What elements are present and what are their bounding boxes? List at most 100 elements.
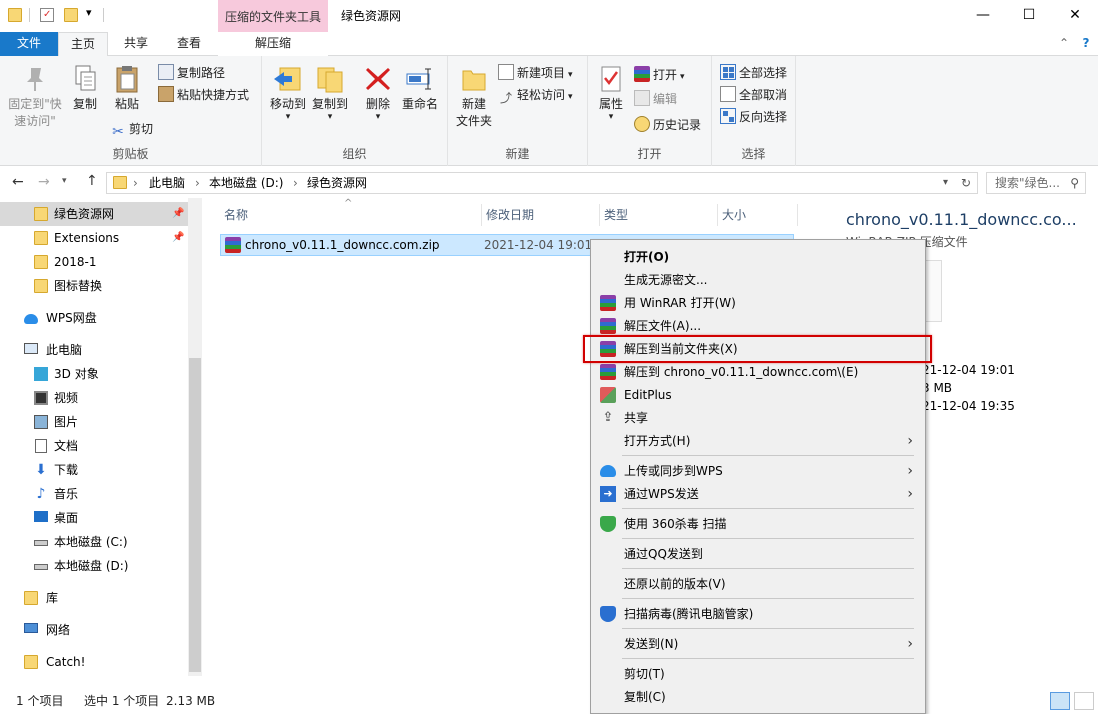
properties-icon bbox=[595, 64, 627, 94]
nav-item-local-disk-c[interactable]: 本地磁盘 (C:) bbox=[0, 530, 188, 554]
nav-item-network[interactable]: 网络 bbox=[0, 618, 188, 642]
nav-item-library[interactable]: 库 bbox=[0, 586, 188, 610]
column-header-size[interactable]: 大小 bbox=[718, 204, 798, 226]
paste-button[interactable]: 粘贴 bbox=[108, 64, 146, 113]
copy-button[interactable]: 复制 bbox=[66, 64, 104, 113]
nav-item-extensions[interactable]: Extensions 📌 bbox=[0, 226, 188, 250]
paste-shortcut-button[interactable]: 粘贴快捷方式 bbox=[158, 84, 249, 106]
cut-button[interactable]: ✂ 剪切 bbox=[110, 118, 153, 140]
help-icon[interactable]: ? bbox=[1078, 32, 1094, 56]
menu-item-open-with[interactable]: 打开方式(H) › bbox=[593, 430, 923, 452]
details-view-icon[interactable] bbox=[1050, 692, 1070, 710]
nav-item-wps-cloud[interactable]: WPS网盘 bbox=[0, 306, 188, 330]
crumb-separator-icon[interactable]: › bbox=[195, 173, 200, 193]
menu-item-send-wps[interactable]: ➜ 通过WPS发送 › bbox=[593, 483, 923, 505]
menu-item-send-to[interactable]: 发送到(N) › bbox=[593, 633, 923, 655]
paste-shortcut-label: 粘贴快捷方式 bbox=[177, 88, 250, 102]
tab-home[interactable]: 主页 bbox=[58, 32, 108, 57]
menu-item-label: 生成无源密文... bbox=[624, 273, 708, 287]
tab-share[interactable]: 共享 bbox=[112, 32, 160, 56]
crumb-local-disk-d[interactable]: 本地磁盘 (D:) bbox=[209, 173, 283, 193]
qat-dropdown-icon[interactable]: ▾ bbox=[86, 6, 92, 19]
easy-access-button[interactable]: ⤴ 轻松访问 ▾ bbox=[498, 84, 573, 106]
menu-item-scan-360[interactable]: 使用 360杀毒 扫描 bbox=[593, 513, 923, 535]
minimize-button[interactable]: — bbox=[960, 0, 1006, 32]
history-button[interactable]: 历史记录 bbox=[634, 114, 701, 136]
tab-extract[interactable]: 解压缩 bbox=[218, 32, 328, 56]
editplus-icon bbox=[600, 387, 616, 403]
nav-item-documents[interactable]: 文档 bbox=[0, 434, 188, 458]
move-to-button[interactable]: 移动到 ▾ bbox=[266, 64, 310, 122]
large-icons-view-icon[interactable] bbox=[1074, 692, 1094, 710]
select-none-button[interactable]: 全部取消 bbox=[720, 84, 787, 106]
menu-item-open[interactable]: 打开(O) bbox=[593, 246, 923, 268]
refresh-icon[interactable]: ↻ bbox=[961, 173, 971, 193]
delete-button[interactable]: 删除 ▾ bbox=[360, 64, 396, 122]
nav-item-2018-1[interactable]: 2018-1 bbox=[0, 250, 188, 274]
download-arrow-icon: ⬇ bbox=[35, 462, 47, 478]
menu-item-label: 通过QQ发送到 bbox=[624, 547, 703, 561]
crumb-separator-icon[interactable]: › bbox=[293, 173, 298, 193]
copy-path-icon bbox=[158, 64, 174, 80]
nav-item-label: 3D 对象 bbox=[54, 367, 99, 381]
nav-item-videos[interactable]: 视频 bbox=[0, 386, 188, 410]
nav-item-pictures[interactable]: 图片 bbox=[0, 410, 188, 434]
nav-item-quick-access-current[interactable]: 绿色资源网 📌 bbox=[0, 202, 188, 226]
properties-button[interactable]: 属性 ▾ bbox=[592, 64, 630, 122]
menu-item-cut[interactable]: 剪切(T) bbox=[593, 663, 923, 685]
pin-quick-access-button[interactable]: 固定到"快 速访问" bbox=[6, 64, 64, 130]
up-icon[interactable]: ↑ bbox=[86, 173, 98, 189]
address-dropdown-icon[interactable]: ▾ bbox=[943, 173, 948, 193]
menu-item-send-qq[interactable]: 通过QQ发送到 bbox=[593, 543, 923, 565]
column-header-type[interactable]: 类型 bbox=[600, 204, 718, 226]
nav-item-downloads[interactable]: ⬇ 下载 bbox=[0, 458, 188, 482]
menu-item-label: 打开方式(H) bbox=[624, 434, 691, 448]
nav-item-music[interactable]: ♪ 音乐 bbox=[0, 482, 188, 506]
properties-qat-icon[interactable]: ✓ bbox=[40, 8, 54, 22]
menu-item-share[interactable]: ⇪ 共享 bbox=[593, 407, 923, 429]
nav-item-desktop[interactable]: 桌面 bbox=[0, 506, 188, 530]
invert-selection-button[interactable]: 反向选择 bbox=[720, 106, 787, 128]
tab-file[interactable]: 文件 bbox=[0, 32, 58, 56]
menu-item-scan-tencent[interactable]: 扫描病毒(腾讯电脑管家) bbox=[593, 603, 923, 625]
menu-item-copy[interactable]: 复制(C) bbox=[593, 686, 923, 708]
back-icon[interactable]: ← bbox=[12, 174, 24, 190]
nav-item-icon-replace[interactable]: 图标替换 bbox=[0, 274, 188, 298]
nav-item-catch[interactable]: Catch! bbox=[0, 650, 188, 674]
crumb-current-folder[interactable]: 绿色资源网 bbox=[307, 173, 367, 193]
forward-icon[interactable]: → bbox=[38, 174, 50, 190]
maximize-button[interactable]: ☐ bbox=[1006, 0, 1052, 32]
menu-item-generate-cipher[interactable]: 生成无源密文... bbox=[593, 269, 923, 291]
address-bar[interactable]: › 此电脑 › 本地磁盘 (D:) › 绿色资源网 ▾ ↻ bbox=[106, 172, 978, 194]
nav-item-local-disk-d[interactable]: 本地磁盘 (D:) bbox=[0, 554, 188, 578]
copy-to-button[interactable]: 复制到 ▾ bbox=[308, 64, 352, 122]
menu-item-restore-versions[interactable]: 还原以前的版本(V) bbox=[593, 573, 923, 595]
menu-item-extract-to-folder[interactable]: 解压到 chrono_v0.11.1_downcc.com\(E) bbox=[593, 361, 923, 383]
column-header-date[interactable]: 修改日期 bbox=[482, 204, 600, 226]
search-input[interactable]: 搜索"绿色... ⚲ bbox=[986, 172, 1086, 194]
nav-scrollbar-thumb[interactable] bbox=[189, 358, 201, 672]
new-folder-qat-icon[interactable] bbox=[64, 8, 78, 22]
recent-locations-icon[interactable]: ▾ bbox=[62, 176, 67, 186]
new-item-button[interactable]: 新建项目 ▾ bbox=[498, 62, 573, 84]
copy-path-button[interactable]: 复制路径 bbox=[158, 62, 225, 84]
select-all-button[interactable]: 全部选择 bbox=[720, 62, 787, 84]
collapse-ribbon-icon[interactable]: ⌃ bbox=[1056, 32, 1072, 56]
menu-item-open-with-winrar[interactable]: 用 WinRAR 打开(W) bbox=[593, 292, 923, 314]
new-folder-button[interactable]: 新建 文件夹 bbox=[452, 64, 496, 130]
rename-button[interactable]: 重命名 bbox=[398, 64, 442, 113]
crumb-separator-icon[interactable]: › bbox=[133, 173, 138, 193]
tab-view[interactable]: 查看 bbox=[164, 32, 214, 56]
open-group-label: 打开 bbox=[637, 147, 662, 161]
close-button[interactable]: ✕ bbox=[1052, 0, 1098, 32]
crumb-this-pc[interactable]: 此电脑 bbox=[149, 173, 185, 193]
film-icon bbox=[34, 391, 48, 405]
menu-item-upload-wps[interactable]: 上传或同步到WPS › bbox=[593, 460, 923, 482]
edit-button[interactable]: 编辑 bbox=[634, 88, 677, 110]
menu-item-editplus[interactable]: EditPlus bbox=[593, 384, 923, 406]
menu-item-label: 还原以前的版本(V) bbox=[624, 577, 726, 591]
nav-item-3d-objects[interactable]: 3D 对象 bbox=[0, 362, 188, 386]
menu-item-extract-files[interactable]: 解压文件(A)... bbox=[593, 315, 923, 337]
open-button[interactable]: 打开 ▾ bbox=[634, 64, 685, 86]
nav-item-this-pc[interactable]: 此电脑 bbox=[0, 338, 188, 362]
